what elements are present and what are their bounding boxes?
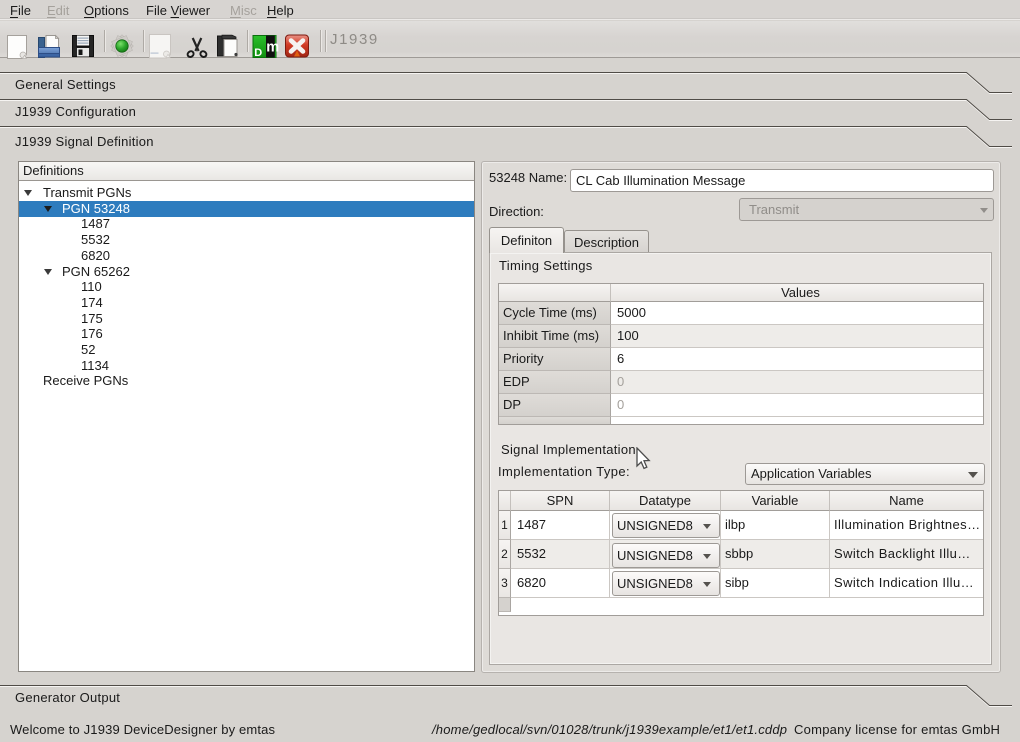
- svg-text:m: m: [266, 40, 279, 56]
- svg-text:D: D: [254, 47, 262, 59]
